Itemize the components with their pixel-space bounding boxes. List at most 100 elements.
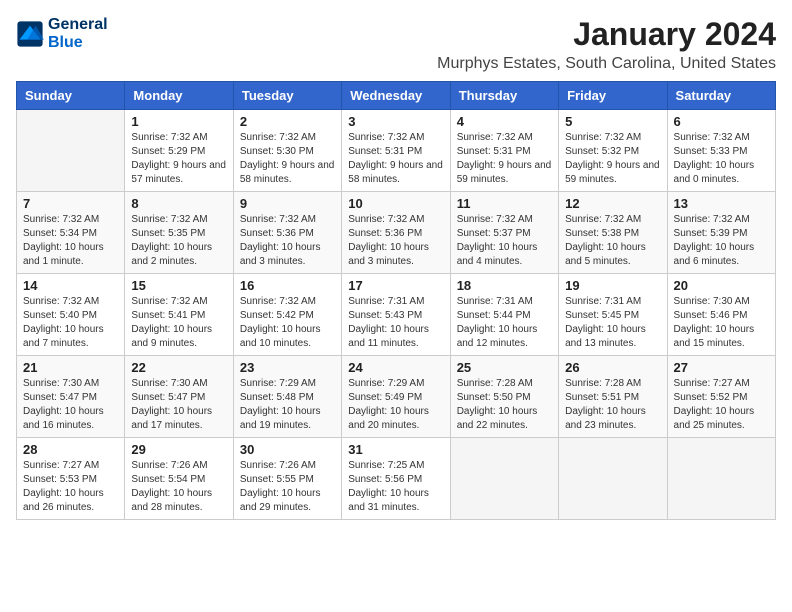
day-info: Sunrise: 7:32 AMSunset: 5:34 PMDaylight:…	[23, 213, 118, 269]
day-number: 28	[23, 442, 118, 457]
day-info: Sunrise: 7:27 AMSunset: 5:52 PMDaylight:…	[674, 377, 769, 433]
day-info: Sunrise: 7:30 AMSunset: 5:47 PMDaylight:…	[23, 377, 118, 433]
day-number: 14	[23, 278, 118, 293]
calendar-cell: 13 Sunrise: 7:32 AMSunset: 5:39 PMDayligh…	[667, 192, 775, 274]
day-number: 25	[457, 360, 552, 375]
calendar-week-row: 21 Sunrise: 7:30 AMSunset: 5:47 PMDayligh…	[17, 356, 776, 438]
day-info: Sunrise: 7:32 AMSunset: 5:31 PMDaylight:…	[348, 131, 443, 187]
calendar-cell: 7 Sunrise: 7:32 AMSunset: 5:34 PMDaylight…	[17, 192, 125, 274]
day-info: Sunrise: 7:29 AMSunset: 5:48 PMDaylight:…	[240, 377, 335, 433]
calendar-cell	[559, 438, 667, 520]
day-number: 4	[457, 114, 552, 129]
day-number: 20	[674, 278, 769, 293]
day-number: 12	[565, 196, 660, 211]
calendar-cell: 27 Sunrise: 7:27 AMSunset: 5:52 PMDayligh…	[667, 356, 775, 438]
day-info: Sunrise: 7:32 AMSunset: 5:36 PMDaylight:…	[240, 213, 335, 269]
calendar-cell: 20 Sunrise: 7:30 AMSunset: 5:46 PMDayligh…	[667, 274, 775, 356]
calendar-cell: 19 Sunrise: 7:31 AMSunset: 5:45 PMDayligh…	[559, 274, 667, 356]
calendar-cell: 3 Sunrise: 7:32 AMSunset: 5:31 PMDaylight…	[342, 110, 450, 192]
day-info: Sunrise: 7:32 AMSunset: 5:31 PMDaylight:…	[457, 131, 552, 187]
day-info: Sunrise: 7:32 AMSunset: 5:33 PMDaylight:…	[674, 131, 769, 187]
calendar-cell: 30 Sunrise: 7:26 AMSunset: 5:55 PMDayligh…	[233, 438, 341, 520]
calendar-week-row: 28 Sunrise: 7:27 AMSunset: 5:53 PMDayligh…	[17, 438, 776, 520]
day-number: 23	[240, 360, 335, 375]
day-info: Sunrise: 7:27 AMSunset: 5:53 PMDaylight:…	[23, 459, 118, 515]
title-section: January 2024 Murphys Estates, South Caro…	[437, 16, 776, 73]
day-number: 31	[348, 442, 443, 457]
calendar-cell: 11 Sunrise: 7:32 AMSunset: 5:37 PMDayligh…	[450, 192, 558, 274]
day-number: 5	[565, 114, 660, 129]
calendar-cell: 9 Sunrise: 7:32 AMSunset: 5:36 PMDaylight…	[233, 192, 341, 274]
day-info: Sunrise: 7:30 AMSunset: 5:46 PMDaylight:…	[674, 295, 769, 351]
calendar-cell: 14 Sunrise: 7:32 AMSunset: 5:40 PMDayligh…	[17, 274, 125, 356]
calendar-cell: 17 Sunrise: 7:31 AMSunset: 5:43 PMDayligh…	[342, 274, 450, 356]
day-info: Sunrise: 7:26 AMSunset: 5:55 PMDaylight:…	[240, 459, 335, 515]
calendar-cell: 24Sunrise: 7:29 AMSunset: 5:49 PMDayligh…	[342, 356, 450, 438]
day-number: 10	[348, 196, 443, 211]
day-number: 21	[23, 360, 118, 375]
page-title: January 2024	[437, 16, 776, 53]
calendar-cell: 2 Sunrise: 7:32 AMSunset: 5:30 PMDaylight…	[233, 110, 341, 192]
calendar-cell: 25 Sunrise: 7:28 AMSunset: 5:50 PMDayligh…	[450, 356, 558, 438]
day-info: Sunrise: 7:32 AMSunset: 5:35 PMDaylight:…	[131, 213, 226, 269]
calendar-cell: 10Sunrise: 7:32 AMSunset: 5:36 PMDayligh…	[342, 192, 450, 274]
day-info: Sunrise: 7:26 AMSunset: 5:54 PMDaylight:…	[131, 459, 226, 515]
calendar-cell	[667, 438, 775, 520]
calendar-cell: 12 Sunrise: 7:32 AMSunset: 5:38 PMDayligh…	[559, 192, 667, 274]
day-info: Sunrise: 7:32 AMSunset: 5:39 PMDaylight:…	[674, 213, 769, 269]
day-number: 22	[131, 360, 226, 375]
calendar-header-sunday: Sunday	[17, 82, 125, 110]
header: General Blue January 2024 Murphys Estate…	[16, 16, 776, 73]
day-number: 11	[457, 196, 552, 211]
calendar-week-row: 14 Sunrise: 7:32 AMSunset: 5:40 PMDayligh…	[17, 274, 776, 356]
day-number: 27	[674, 360, 769, 375]
calendar-cell: 6 Sunrise: 7:32 AMSunset: 5:33 PMDaylight…	[667, 110, 775, 192]
calendar-cell: 26Sunrise: 7:28 AMSunset: 5:51 PMDayligh…	[559, 356, 667, 438]
day-info: Sunrise: 7:31 AMSunset: 5:45 PMDaylight:…	[565, 295, 660, 351]
day-info: Sunrise: 7:32 AMSunset: 5:37 PMDaylight:…	[457, 213, 552, 269]
calendar-cell: 15Sunrise: 7:32 AMSunset: 5:41 PMDayligh…	[125, 274, 233, 356]
calendar-cell: 21 Sunrise: 7:30 AMSunset: 5:47 PMDayligh…	[17, 356, 125, 438]
day-number: 6	[674, 114, 769, 129]
page-container: General Blue January 2024 Murphys Estate…	[16, 16, 776, 520]
day-info: Sunrise: 7:30 AMSunset: 5:47 PMDaylight:…	[131, 377, 226, 433]
day-number: 24	[348, 360, 443, 375]
day-info: Sunrise: 7:28 AMSunset: 5:51 PMDaylight:…	[565, 377, 660, 433]
day-number: 17	[348, 278, 443, 293]
day-number: 3	[348, 114, 443, 129]
day-info: Sunrise: 7:32 AMSunset: 5:29 PMDaylight:…	[131, 131, 226, 187]
calendar-header-tuesday: Tuesday	[233, 82, 341, 110]
day-info: Sunrise: 7:32 AMSunset: 5:38 PMDaylight:…	[565, 213, 660, 269]
calendar-cell: 4 Sunrise: 7:32 AMSunset: 5:31 PMDaylight…	[450, 110, 558, 192]
day-info: Sunrise: 7:31 AMSunset: 5:43 PMDaylight:…	[348, 295, 443, 351]
day-info: Sunrise: 7:28 AMSunset: 5:50 PMDaylight:…	[457, 377, 552, 433]
day-number: 8	[131, 196, 226, 211]
logo-icon	[16, 20, 44, 48]
calendar-cell: 22 Sunrise: 7:30 AMSunset: 5:47 PMDayligh…	[125, 356, 233, 438]
calendar-week-row: 1Sunrise: 7:32 AMSunset: 5:29 PMDaylight…	[17, 110, 776, 192]
day-info: Sunrise: 7:32 AMSunset: 5:32 PMDaylight:…	[565, 131, 660, 187]
day-info: Sunrise: 7:32 AMSunset: 5:40 PMDaylight:…	[23, 295, 118, 351]
calendar-cell: 29 Sunrise: 7:26 AMSunset: 5:54 PMDayligh…	[125, 438, 233, 520]
day-number: 29	[131, 442, 226, 457]
calendar-cell: 1Sunrise: 7:32 AMSunset: 5:29 PMDaylight…	[125, 110, 233, 192]
calendar-cell	[17, 110, 125, 192]
day-number: 15	[131, 278, 226, 293]
day-number: 18	[457, 278, 552, 293]
day-number: 19	[565, 278, 660, 293]
calendar-cell: 23 Sunrise: 7:29 AMSunset: 5:48 PMDayligh…	[233, 356, 341, 438]
day-number: 30	[240, 442, 335, 457]
day-number: 13	[674, 196, 769, 211]
day-info: Sunrise: 7:31 AMSunset: 5:44 PMDaylight:…	[457, 295, 552, 351]
calendar-cell: 31Sunrise: 7:25 AMSunset: 5:56 PMDayligh…	[342, 438, 450, 520]
calendar-week-row: 7 Sunrise: 7:32 AMSunset: 5:34 PMDaylight…	[17, 192, 776, 274]
day-number: 2	[240, 114, 335, 129]
day-number: 7	[23, 196, 118, 211]
calendar-header-thursday: Thursday	[450, 82, 558, 110]
calendar-header-saturday: Saturday	[667, 82, 775, 110]
calendar-cell: 5 Sunrise: 7:32 AMSunset: 5:32 PMDaylight…	[559, 110, 667, 192]
page-subtitle: Murphys Estates, South Carolina, United …	[437, 55, 776, 73]
day-info: Sunrise: 7:32 AMSunset: 5:30 PMDaylight:…	[240, 131, 335, 187]
calendar-header-wednesday: Wednesday	[342, 82, 450, 110]
day-number: 9	[240, 196, 335, 211]
